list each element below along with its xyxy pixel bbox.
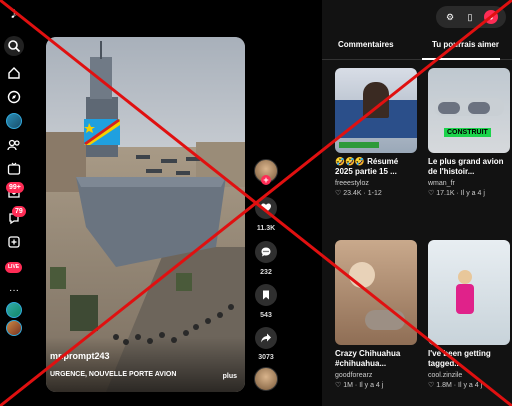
recommendation-author[interactable]: freeestyloz	[335, 180, 417, 187]
bookmark-button[interactable]	[255, 284, 277, 306]
bookmark-count: 543	[260, 312, 272, 319]
aircraft-carrier-image	[46, 41, 245, 392]
tiktok-logo-icon[interactable]: ♪	[4, 4, 24, 24]
inbox-badge: 99+	[6, 182, 24, 193]
following-avatar[interactable]	[4, 111, 24, 131]
recommendation-author[interactable]: goodforearz	[335, 372, 417, 379]
live-badge: LIVE	[5, 262, 23, 273]
upload-icon[interactable]	[4, 232, 24, 252]
recommendation-card[interactable]: Crazy Chihuahua #chihuahua... goodforear…	[335, 240, 417, 389]
recommendation-thumbnail[interactable]	[428, 240, 510, 345]
recommendation-likes: 1M	[343, 382, 353, 389]
live-icon[interactable]	[4, 159, 24, 179]
settings-icon[interactable]: ⚙	[444, 11, 456, 23]
active-tab-indicator	[422, 58, 500, 60]
panel-tabs: Commentaires Tu pourrais aimer	[322, 36, 512, 60]
comment-count: 232	[260, 269, 272, 276]
panel-top-controls: ⚙ ▯ ●	[436, 6, 506, 28]
recommendation-title: Crazy Chihuahua #chihuahua...	[335, 349, 401, 368]
recommendation-meta: ♡ 1.8M · Il y a 4 j	[428, 382, 483, 389]
left-sidebar: ♪ 99+ 79 LIVE ···	[0, 0, 28, 406]
search-icon[interactable]	[4, 36, 24, 56]
recommendation-author[interactable]: cool.zinzile	[428, 372, 510, 379]
recommendation-meta: ♡ 23.4K · 1-12	[335, 190, 382, 197]
follow-plus-icon[interactable]: +	[261, 175, 271, 185]
explore-icon[interactable]	[4, 87, 24, 107]
like-count: 11.3K	[256, 225, 276, 232]
recommendation-card[interactable]: CONSTRUIT Le plus grand avion de l'histo…	[428, 68, 510, 197]
recommendation-meta: ♡ 1M · Il y a 4 j	[335, 382, 384, 389]
phone-icon[interactable]: ▯	[464, 11, 476, 23]
recommendation-likes: 1.8M	[436, 382, 452, 389]
recommendation-age: Il y a 4 j	[458, 382, 483, 389]
recommendation-thumbnail[interactable]: CONSTRUIT	[428, 68, 510, 153]
recommendation-age: Il y a 4 j	[460, 190, 485, 197]
right-panel: ⚙ ▯ ● Commentaires Tu pourrais aimer 🤣🤣🤣…	[322, 0, 512, 406]
user-avatar-icon[interactable]: ●	[484, 10, 498, 24]
activity-badge: 79	[12, 206, 26, 217]
comment-button[interactable]	[255, 241, 277, 263]
friends-icon[interactable]	[4, 135, 24, 155]
music-disc-avatar[interactable]	[254, 367, 278, 391]
share-icon	[261, 333, 271, 343]
recommendation-title: 🤣🤣🤣 Résumé 2025 partie 15 ...	[335, 157, 399, 176]
like-button[interactable]	[255, 197, 277, 219]
recommendation-likes: 17.1K	[436, 190, 455, 197]
recommendation-card[interactable]: 🤣🤣🤣 Résumé 2025 partie 15 ... freeestylo…	[335, 68, 417, 197]
home-icon[interactable]	[4, 63, 24, 83]
comment-icon	[261, 247, 271, 257]
tab-you-may-like[interactable]: Tu pourrais aimer	[432, 40, 499, 49]
recommendation-age: Il y a 4 j	[359, 382, 384, 389]
recommendation-meta: ♡ 17.1K · Il y a 4 j	[428, 190, 485, 197]
heart-icon	[261, 203, 271, 213]
tab-comments[interactable]: Commentaires	[338, 40, 394, 49]
video-username[interactable]: mr.prompt243	[50, 351, 110, 361]
bookmark-icon	[263, 290, 269, 300]
recommendation-thumbnail[interactable]	[335, 240, 417, 345]
recommendation-title: Le plus grand avion de l'histoir...	[428, 157, 504, 176]
more-icon[interactable]: ···	[4, 280, 24, 300]
recommendation-title: I've been getting tagged...	[428, 349, 491, 368]
profile-avatar-1[interactable]	[4, 300, 24, 320]
recommendation-author[interactable]: wman_fr	[428, 180, 510, 187]
caption-more-link[interactable]: plus	[223, 373, 237, 380]
recommendation-thumbnail[interactable]	[335, 68, 417, 153]
share-count: 3073	[258, 354, 274, 361]
profile-avatar-2[interactable]	[4, 318, 24, 338]
video-caption: URGENCE, NOUVELLE PORTE AVION	[50, 371, 177, 378]
recommendation-age: 1-12	[367, 190, 382, 197]
recommendation-card[interactable]: I've been getting tagged... cool.zinzile…	[428, 240, 510, 389]
recommendation-likes: 23.4K	[343, 190, 362, 197]
share-button[interactable]	[255, 327, 277, 349]
recommendation-overlay-text: CONSTRUIT	[444, 128, 491, 137]
video-player[interactable]: mr.prompt243 URGENCE, NOUVELLE PORTE AVI…	[46, 37, 245, 392]
